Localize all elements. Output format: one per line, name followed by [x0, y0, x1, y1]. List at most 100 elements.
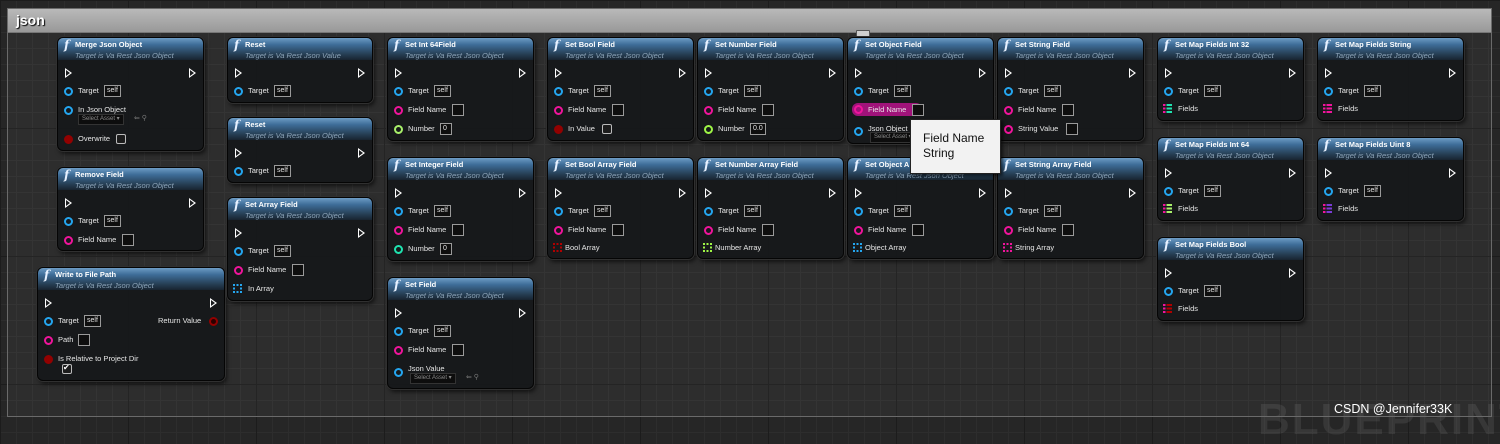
- exec-in-pin[interactable]: [705, 68, 712, 78]
- exec-in-pin[interactable]: [235, 148, 242, 158]
- field-name-pin-row[interactable]: Field Name: [854, 224, 984, 237]
- target-pin-row[interactable]: Target self: [1164, 185, 1294, 198]
- object-pin[interactable]: [394, 87, 403, 96]
- node-header[interactable]: f Merge Json Object Target is Va Rest Json…: [58, 38, 203, 60]
- field-name-pin-row[interactable]: Field Name: [394, 344, 524, 357]
- exec-in-pin[interactable]: [65, 198, 72, 208]
- asset-browse-icons[interactable]: ⇐ ⚲: [466, 373, 479, 382]
- node-header[interactable]: f Set Number Array Field Target is Va Rest…: [698, 158, 843, 180]
- exec-in-pin[interactable]: [395, 188, 402, 198]
- string-pin[interactable]: [704, 226, 713, 235]
- node-set-map-fields-bool[interactable]: f Set Map Fields Bool Target is Va Rest Js…: [1157, 237, 1304, 321]
- exec-out-pin[interactable]: [1289, 168, 1296, 178]
- node-header[interactable]: f Set Map Fields Uint 8 Target is Va Rest …: [1318, 138, 1463, 160]
- string-pin[interactable]: [554, 226, 563, 235]
- exec-out-pin[interactable]: [519, 308, 526, 318]
- fields-pin-row[interactable]: Fields: [1163, 104, 1294, 116]
- target-pin-row[interactable]: Target self: [554, 85, 684, 98]
- node-reset-value[interactable]: f Reset Target is Va Rest Json Value Targe…: [227, 37, 373, 103]
- fields-pin-row[interactable]: Fields: [1323, 104, 1454, 116]
- node-header[interactable]: f Set Int 64Field Target is Va Rest Json O…: [388, 38, 533, 60]
- exec-out-pin[interactable]: [1289, 68, 1296, 78]
- bool-array-pin-row[interactable]: Bool Array: [553, 243, 684, 255]
- array-pin-icon[interactable]: [233, 284, 242, 293]
- field-name-pin-row[interactable]: Field Name: [704, 224, 834, 237]
- exec-out-pin[interactable]: [1289, 268, 1296, 278]
- string-pin[interactable]: [1004, 125, 1013, 134]
- node-header[interactable]: f Set Bool Field Target is Va Rest Json Ob…: [548, 38, 693, 60]
- comment-title[interactable]: json: [8, 9, 1491, 33]
- exec-in-pin[interactable]: [395, 68, 402, 78]
- number-input[interactable]: 0: [440, 123, 452, 135]
- string-pin[interactable]: [64, 236, 73, 245]
- exec-in-pin[interactable]: [1165, 68, 1172, 78]
- node-set-string-field[interactable]: f Set String Field Target is Va Rest Json …: [997, 37, 1144, 141]
- field-name-input[interactable]: [122, 234, 134, 246]
- node-set-number-array-field[interactable]: f Set Number Array Field Target is Va Rest…: [697, 157, 844, 259]
- exec-in-pin[interactable]: [555, 188, 562, 198]
- object-pin[interactable]: [704, 207, 713, 216]
- exec-out-pin[interactable]: [358, 228, 365, 238]
- path-pin-row[interactable]: Path: [44, 334, 174, 347]
- field-name-input[interactable]: [612, 224, 624, 236]
- number-input[interactable]: 0: [440, 243, 452, 255]
- number-input[interactable]: 0.0: [750, 123, 766, 135]
- node-set-map-fields-string[interactable]: f Set Map Fields String Target is Va Rest …: [1317, 37, 1464, 121]
- node-header[interactable]: f Set Number Field Target is Va Rest Json …: [698, 38, 843, 60]
- exec-out-pin[interactable]: [189, 68, 196, 78]
- field-name-input[interactable]: [912, 104, 924, 116]
- in-array-pin-row[interactable]: In Array: [233, 284, 364, 296]
- object-pin[interactable]: [234, 247, 243, 256]
- exec-out-pin[interactable]: [189, 198, 196, 208]
- node-set-map-fields-int32[interactable]: f Set Map Fields Int 32 Target is Va Rest …: [1157, 37, 1304, 121]
- node-set-bool-array-field[interactable]: f Set Bool Array Field Target is Va Rest J…: [547, 157, 694, 259]
- exec-out-pin[interactable]: [979, 68, 986, 78]
- exec-in-pin[interactable]: [555, 68, 562, 78]
- return-value-pin-row[interactable]: Return Value: [156, 316, 218, 328]
- node-set-integer-field[interactable]: f Set Integer Field Target is Va Rest Json…: [387, 157, 534, 261]
- node-header[interactable]: f Reset Target is Va Rest Json Object: [228, 118, 372, 140]
- node-header[interactable]: f Set Map Fields String Target is Va Rest …: [1318, 38, 1463, 60]
- target-pin-row[interactable]: Target self: [1324, 85, 1454, 98]
- object-pin[interactable]: [554, 87, 563, 96]
- string-pin[interactable]: [854, 226, 863, 235]
- exec-out-pin[interactable]: [679, 68, 686, 78]
- number-pin-row[interactable]: Number 0: [394, 123, 524, 136]
- target-pin-row[interactable]: Target self: [394, 205, 524, 218]
- number-array-pin-row[interactable]: Number Array: [703, 243, 834, 255]
- string-pin[interactable]: [704, 106, 713, 115]
- target-pin-row[interactable]: Target self: [394, 325, 524, 338]
- field-name-pin-row[interactable]: Field Name: [554, 224, 684, 237]
- target-pin-row[interactable]: Target self: [1324, 185, 1454, 198]
- array-pin-icon[interactable]: [703, 243, 712, 252]
- exec-out-pin[interactable]: [519, 68, 526, 78]
- field-name-input[interactable]: [612, 104, 624, 116]
- field-name-input[interactable]: [452, 104, 464, 116]
- object-pin[interactable]: [554, 207, 563, 216]
- float-pin[interactable]: [704, 125, 713, 134]
- bool-pin[interactable]: [554, 125, 563, 134]
- node-header[interactable]: f Set Map Fields Int 32 Target is Va Rest …: [1158, 38, 1303, 60]
- bool-pin[interactable]: [44, 355, 53, 364]
- field-name-pin-row[interactable]: Field Name: [394, 224, 524, 237]
- string-pin[interactable]: [554, 106, 563, 115]
- node-header[interactable]: f Set String Field Target is Va Rest Json …: [998, 38, 1143, 60]
- exec-out-pin[interactable]: [679, 188, 686, 198]
- string-value-pin-row[interactable]: String Value: [1004, 123, 1134, 136]
- array-pin-icon[interactable]: [553, 243, 562, 252]
- field-name-pin-row[interactable]: Field Name: [1004, 104, 1134, 117]
- node-header[interactable]: f Write to File Path Target is Va Rest Jso…: [38, 268, 224, 290]
- field-name-pin-row[interactable]: Field Name: [1004, 224, 1134, 237]
- field-name-input[interactable]: [292, 264, 304, 276]
- is-relative-checkbox[interactable]: [62, 363, 72, 374]
- object-pin[interactable]: [854, 207, 863, 216]
- exec-in-pin[interactable]: [395, 308, 402, 318]
- string-pin[interactable]: [394, 346, 403, 355]
- string-pin[interactable]: [394, 226, 403, 235]
- node-header[interactable]: f Set Map Fields Int 64 Target is Va Rest …: [1158, 138, 1303, 160]
- string-pin[interactable]: [234, 266, 243, 275]
- target-pin-row[interactable]: Target self: [64, 215, 194, 228]
- exec-in-pin[interactable]: [235, 228, 242, 238]
- target-pin-row[interactable]: Target self: [394, 85, 524, 98]
- node-header[interactable]: f Set Field Target is Va Rest Json Object: [388, 278, 533, 300]
